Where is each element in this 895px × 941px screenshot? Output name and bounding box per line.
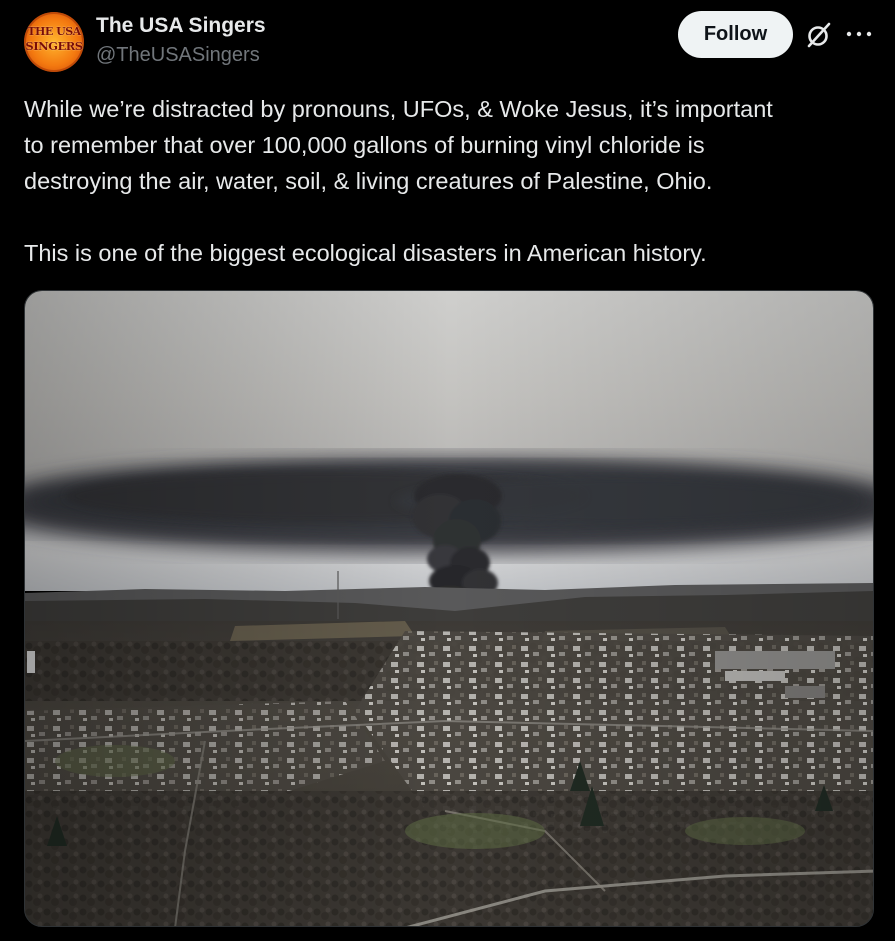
smoke-plume-photo xyxy=(25,291,873,926)
tweet-text-line: destroying the air, water, soil, & livin… xyxy=(24,168,713,194)
avatar[interactable]: THE USA SINGERS xyxy=(24,12,84,72)
tweet-text: While we’re distracted by pronouns, UFOs… xyxy=(24,91,874,271)
author-display-name[interactable]: The USA Singers xyxy=(96,14,266,38)
author-handle[interactable]: @TheUSASingers xyxy=(96,44,260,67)
tweet-text-line: While we’re distracted by pronouns, UFOs… xyxy=(24,96,773,122)
tweet-media-photo[interactable] xyxy=(24,290,874,927)
grok-icon[interactable] xyxy=(805,21,833,49)
avatar-logo-line1: THE USA xyxy=(27,25,81,38)
tweet-text-line: This is one of the biggest ecological di… xyxy=(24,240,707,266)
more-icon[interactable] xyxy=(846,31,872,37)
follow-button[interactable]: Follow xyxy=(678,11,793,58)
avatar-logo-line2: SINGERS xyxy=(25,39,83,53)
tweet-text-line: to remember that over 100,000 gallons of… xyxy=(24,132,705,158)
